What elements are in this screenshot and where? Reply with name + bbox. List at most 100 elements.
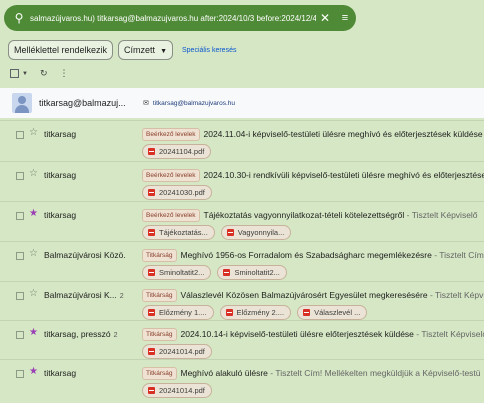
row-checkbox[interactable] [16,131,24,139]
star-icon[interactable]: ★ [29,366,38,377]
email-summary: Titkárság Meghívó alakuló ülésre - Tiszte… [142,367,484,380]
attachment-chip[interactable]: Előzmény 1.... [142,305,214,320]
row-checkbox[interactable] [16,172,24,180]
star-icon[interactable]: ☆ [29,248,38,259]
attachment-chip[interactable]: 20241104.pdf [142,144,212,159]
attachment-chip[interactable]: Vagyonnyila... [220,225,292,240]
advanced-search-link[interactable]: Speciális keresés [182,47,236,54]
email-row[interactable]: ☆ titkarsag Beérkező levelek 2024.11.04-i k… [0,120,484,161]
email-row[interactable]: ★ titkarsag Beérkező levelek Tájékoztatás v… [0,201,484,241]
label-badge[interactable]: Beérkező levelek [142,209,200,222]
attachments: 20241014.pdf [142,383,212,398]
email-subject: Meghívó alakuló ülésre [180,368,268,378]
label-badge[interactable]: Titkárság [142,367,177,380]
email-summary: Titkárság Válaszlevél Közösen Balmazújvár… [142,289,484,302]
attachments: Tájékoztatás... Vagyonnyila... [142,225,292,240]
star-icon[interactable]: ☆ [29,288,38,299]
attachment-chip[interactable]: 20241014.pdf [142,344,212,359]
email-row[interactable]: ☆ titkarsag Beérkező levelek 2024.10.30-i r… [0,161,484,201]
attachment-name: Tájékoztatás... [159,228,208,237]
search-input[interactable]: salmazújvaros.hu) titkarsag@balmazujvaro… [30,14,316,23]
sender-name: titkarsag [44,129,77,139]
star-icon[interactable]: ★ [29,327,38,338]
row-checkbox[interactable] [16,331,24,339]
attachment-name: 20241014.pdf [159,386,205,395]
email-row[interactable]: ★ titkarsag, presszó 2 Titkárság 2024.10.14-… [0,320,484,359]
search-icon[interactable]: ⚲ [8,11,30,25]
email-row[interactable]: ☆ Balmazújvárosi K... 2 Titkárság Válaszlevé… [0,281,484,320]
email-subject: Válaszlevél Közösen Balmazújvárosért Egy… [180,290,428,300]
row-checkbox[interactable] [16,212,24,220]
chevron-down-icon: ▼ [160,48,167,55]
email-row[interactable]: ★ titkarsag Titkárság Meghívó alakuló ülésr… [0,359,484,398]
star-icon[interactable]: ☆ [29,168,38,179]
thread-count: 2 [113,332,118,339]
select-menu-chevron-icon[interactable]: ▼ [22,71,28,77]
email-snippet: - Tisztelt Képviselő [413,329,484,339]
sender: Balmazújvárosi K... 2 [44,290,124,300]
email-snippet: - Tisztelt Cím! [431,250,484,260]
more-options-icon[interactable]: ⋮ [60,68,69,79]
attachments: Előzmény 1.... Előzmény 2.... Válaszlevél … [142,305,368,320]
attachment-name: Vagyonnyila... [237,228,285,237]
attachment-name: 20241014.pdf [159,347,205,356]
row-checkbox[interactable] [16,370,24,378]
contact-result[interactable]: titkarsag@balmazuj... ✉ titkarsag@balmazu… [0,88,484,118]
email-subject: Tájékoztatás vagyonnyilatkozat-tételi kö… [203,210,405,220]
sender-name: Balmazújvárosi K... [44,290,117,300]
filter-chips: Melléklettel rendelkezik Címzett ▼ Speciá… [8,40,236,60]
has-attachment-chip[interactable]: Melléklettel rendelkezik [8,40,114,60]
sender-name: titkarsag [44,368,77,378]
label-badge[interactable]: Beérkező levelek [142,169,200,182]
thread-count: 2 [119,293,124,300]
email-row[interactable]: ☆ Balmazújvárosi Közö. Titkárság Meghívó 19… [0,241,484,281]
avatar [12,93,32,113]
row-checkbox[interactable] [16,252,24,260]
sender: Balmazújvárosi Közö. [44,250,129,260]
pdf-icon [148,309,155,316]
attachment-name: 20241030.pdf [159,188,205,197]
attachment-name: Sminoltatit2... [234,268,280,277]
attachment-chip[interactable]: 20241014.pdf [142,383,212,398]
clear-search-icon[interactable]: ✕ [316,11,334,25]
email-summary: Beérkező levelek Tájékoztatás vagyonnyila… [142,209,484,222]
pdf-icon [225,309,233,316]
search-bar[interactable]: ⚲ salmazújvaros.hu) titkarsag@balmazujva… [4,5,356,31]
sender: titkarsag [44,210,79,220]
sender-name: titkarsag [44,170,77,180]
email-snippet: - Tisztelt Képviselő [404,210,478,220]
attachments: Sminoltatit2... Sminoltatit2... [142,265,287,280]
select-all-checkbox[interactable] [10,69,19,78]
row-checkbox[interactable] [16,292,24,300]
search-options-icon[interactable]: ≡ [334,12,356,24]
attachments: 20241104.pdf [142,144,212,159]
attachment-chip[interactable]: 20241030.pdf [142,185,212,200]
attachment-chip[interactable]: Előzmény 2.... [219,305,292,320]
star-icon[interactable]: ★ [29,208,38,219]
label-badge[interactable]: Titkárság [142,328,177,341]
attachment-chip[interactable]: Sminoltatit2... [217,265,287,280]
list-toolbar: ▼ ↻ ⋮ [10,68,69,79]
to-chip-label: Címzett [124,45,156,55]
attachment-name: Előzmény 1.... [159,308,207,317]
label-badge[interactable]: Titkárság [142,289,177,302]
label-badge[interactable]: Titkárság [142,249,177,262]
attachment-name: 20241104.pdf [159,147,205,156]
to-chip[interactable]: Címzett ▼ [118,40,173,60]
sender: titkarsag [44,129,79,139]
attachment-name: Előzmény 2.... [236,308,285,317]
email-summary: Beérkező levelek 2024.11.04-i képviselő-t… [142,128,484,141]
attachment-chip[interactable]: Sminoltatit2... [142,265,212,280]
email-subject: 2024.10.14-i képviselő-testületi ülésre … [180,329,414,339]
email-list: ☆ titkarsag Beérkező levelek 2024.11.04-i k… [0,120,484,398]
star-icon[interactable]: ☆ [29,127,38,138]
contact-email[interactable]: ✉ titkarsag@balmazujvaros.hu [143,99,235,108]
email-subject: 2024.10.30-i rendkívüli képviselő-testül… [203,170,485,180]
label-badge[interactable]: Beérkező levelek [142,128,200,141]
contact-email-text: titkarsag@balmazujvaros.hu [152,99,235,107]
attachment-chip[interactable]: Válaszlevél ... [297,305,368,320]
email-subject: Meghívó 1956-os Forradalom és Szabadságh… [180,250,432,260]
refresh-icon[interactable]: ↻ [40,68,48,79]
attachment-chip[interactable]: Tájékoztatás... [142,225,215,240]
email-summary: Titkárság 2024.10.14-i képviselő-testület… [142,328,484,341]
